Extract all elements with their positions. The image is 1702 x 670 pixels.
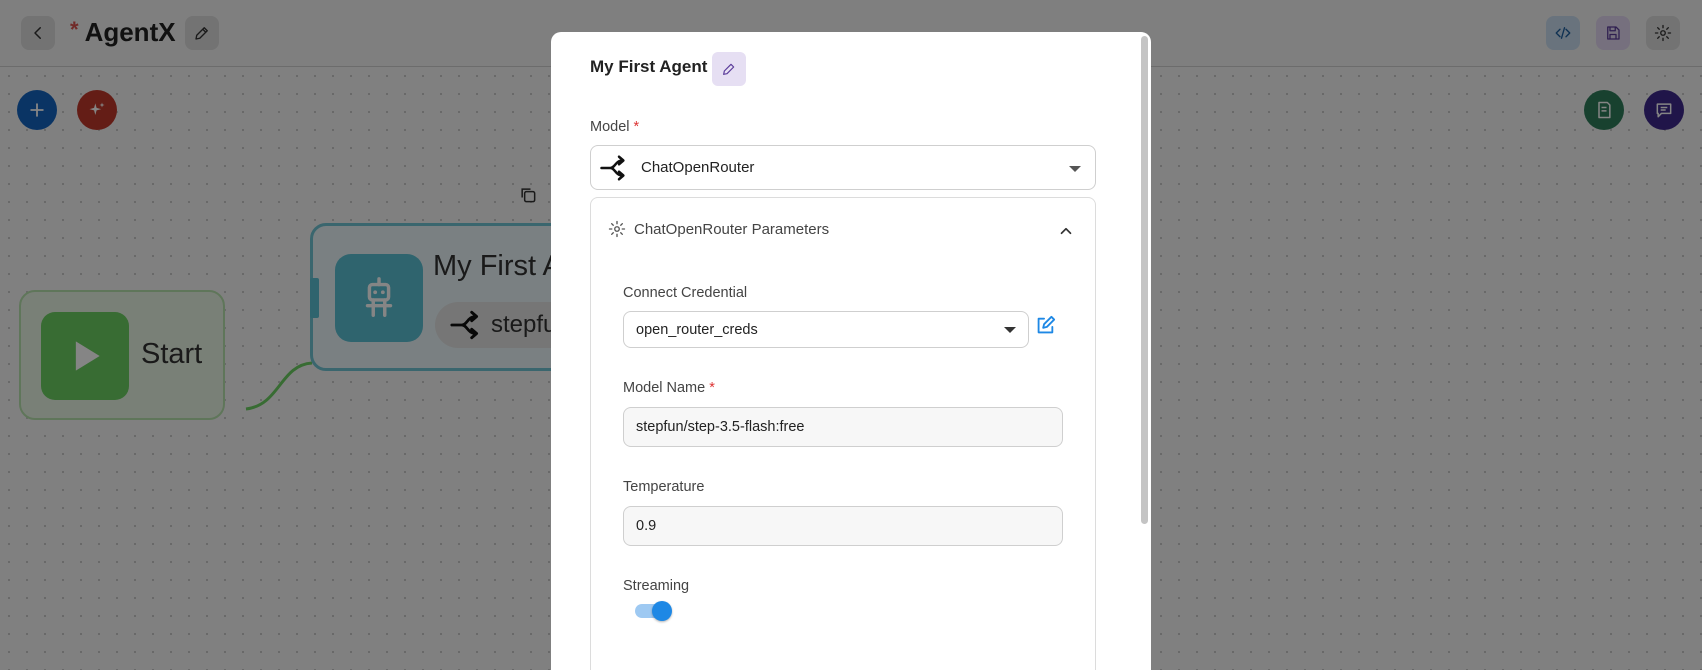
model-label: Model * [590, 119, 639, 135]
temperature-value: 0.9 [636, 518, 657, 534]
model-name-input[interactable]: stepfun/step-3.5-flash:free [623, 407, 1063, 447]
chevron-down-icon [1069, 166, 1081, 172]
parameters-header[interactable]: ChatOpenRouter Parameters [608, 220, 829, 238]
credential-select[interactable]: open_router_creds [623, 311, 1029, 348]
edit-node-name-button[interactable] [712, 52, 746, 86]
credential-label: Connect Credential [623, 285, 748, 301]
dialog-scrollbar[interactable] [1141, 36, 1148, 524]
temperature-input[interactable]: 0.9 [623, 506, 1063, 546]
model-select[interactable]: ChatOpenRouter [590, 145, 1096, 190]
pencil-icon [723, 63, 735, 75]
chevron-up-icon[interactable] [1057, 222, 1075, 240]
openrouter-icon [600, 155, 625, 180]
streaming-label: Streaming [623, 578, 690, 594]
parameters-panel: ChatOpenRouter Parameters Connect Creden… [590, 197, 1096, 670]
streaming-toggle[interactable] [652, 601, 672, 621]
model-name-label: Model Name * [623, 380, 715, 396]
model-select-value: ChatOpenRouter [641, 159, 755, 176]
parameters-heading: ChatOpenRouter Parameters [634, 220, 830, 238]
chevron-down-icon [1004, 327, 1016, 333]
agent-config-dialog: My First Agent Model * ChatOpenRouter Cha… [551, 32, 1151, 670]
model-required-marker: * [633, 119, 640, 135]
dialog-title: My First Agent [590, 57, 708, 76]
model-label-text: Model [590, 119, 630, 135]
gear-icon [608, 220, 626, 238]
model-name-label-text: Model Name [623, 380, 706, 396]
edit-square-icon[interactable] [1034, 315, 1056, 337]
model-name-value: stepfun/step-3.5-flash:free [636, 419, 805, 435]
credential-select-value: open_router_creds [636, 321, 758, 338]
temperature-label: Temperature [623, 479, 705, 495]
model-name-required-marker: * [709, 380, 715, 396]
